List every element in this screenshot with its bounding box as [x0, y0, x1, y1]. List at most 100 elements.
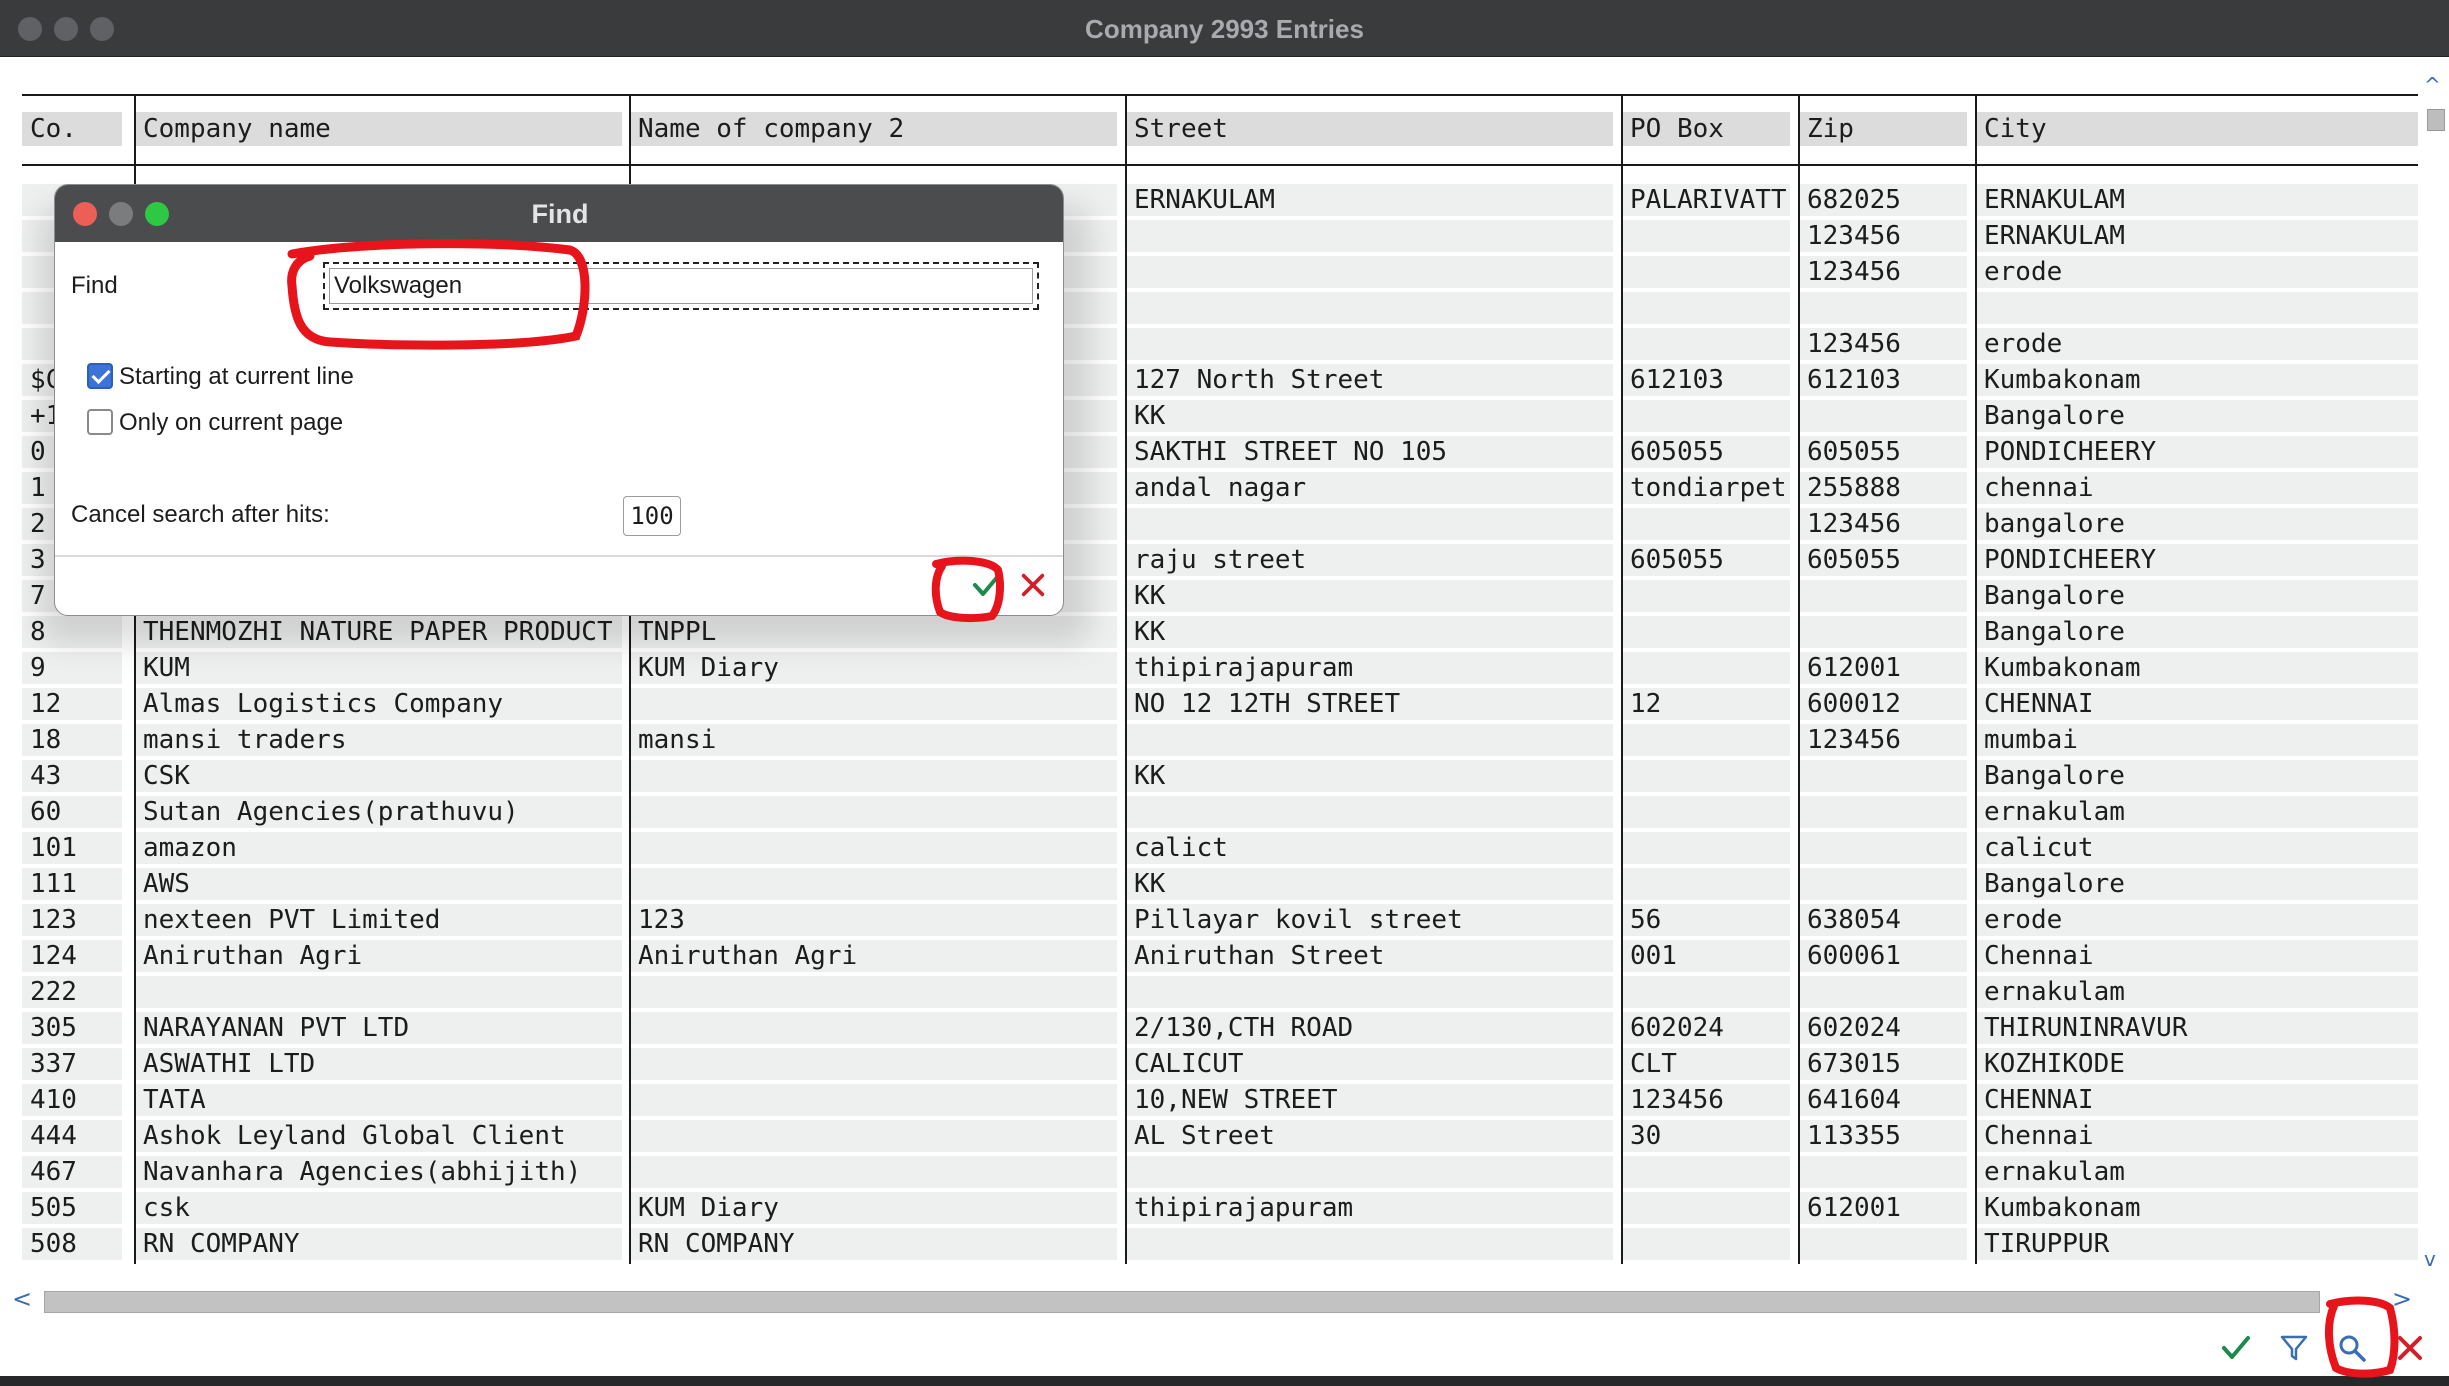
table-cell: TIRUPPUR — [1976, 1228, 2418, 1260]
table-row[interactable]: 508 RN COMPANY RN COMPANY TIRUPPUR — [22, 1226, 2418, 1262]
table-cell: 605055 — [1622, 544, 1790, 576]
table-row[interactable]: 9 KUM KUM Diary thipirajapuram 612001 Kumbako… — [22, 650, 2418, 686]
table-cell: 001 — [1622, 940, 1790, 972]
scroll-left-arrow[interactable]: < — [12, 1285, 32, 1313]
vertical-scrollbar[interactable]: ^ v — [2418, 57, 2449, 1282]
column-header[interactable]: Street — [1126, 112, 1613, 146]
table-cell: 505 — [22, 1192, 122, 1224]
table-cell: Aniruthan Agri — [630, 940, 1117, 972]
table-cell: Aniruthan Street — [1126, 940, 1613, 972]
table-cell: NARAYANAN PVT LTD — [135, 1012, 622, 1044]
table-cell — [1126, 1228, 1613, 1260]
table-cell — [1799, 796, 1967, 828]
vertical-scroll-thumb[interactable] — [2427, 109, 2445, 131]
table-cell: KK — [1126, 868, 1613, 900]
table-cell: Chennai — [1976, 1120, 2418, 1152]
table-cell: ernakulam — [1976, 1156, 2418, 1188]
table-row[interactable]: 444 Ashok Leyland Global Client AL Street 3… — [22, 1118, 2418, 1154]
table-cell — [1799, 400, 1967, 432]
table-cell: SAKTHI STREET NO 105 — [1126, 436, 1613, 468]
table-cell: 123456 — [1799, 220, 1967, 252]
table-row[interactable]: 305 NARAYANAN PVT LTD 2/130,CTH ROAD 602024… — [22, 1010, 2418, 1046]
max-hits-input[interactable] — [623, 496, 681, 536]
table-cell — [1126, 976, 1613, 1008]
dialog-cancel-button[interactable] — [1011, 563, 1055, 607]
table-cell: 508 — [22, 1228, 122, 1260]
horizontal-scroll-thumb[interactable] — [44, 1291, 2320, 1313]
table-row[interactable]: 505 csk KUM Diary thipirajapuram 612001 Kumba… — [22, 1190, 2418, 1226]
scroll-down-arrow[interactable]: v — [2424, 1247, 2436, 1271]
table-cell: andal nagar — [1126, 472, 1613, 504]
table-cell: Almas Logistics Company — [135, 688, 622, 720]
table-cell: 18 — [22, 724, 122, 756]
table-row[interactable]: 12 Almas Logistics Company NO 12 12TH STRE… — [22, 686, 2418, 722]
table-cell: 123456 — [1799, 328, 1967, 360]
table-cell: KUM Diary — [630, 652, 1117, 684]
table-cell: 12 — [1622, 688, 1790, 720]
table-cell: KK — [1126, 616, 1613, 648]
table-cell — [1622, 328, 1790, 360]
table-cell: nexteen PVT Limited — [135, 904, 622, 936]
table-row[interactable]: 123 nexteen PVT Limited 123 Pillayar kovil … — [22, 902, 2418, 938]
filter-button[interactable] — [2272, 1326, 2316, 1370]
table-cell — [630, 868, 1117, 900]
table-cell — [630, 1120, 1117, 1152]
table-cell — [1622, 1192, 1790, 1224]
table-cell — [1126, 1156, 1613, 1188]
column-header[interactable]: Name of company 2 — [630, 112, 1117, 146]
table-cell: erode — [1976, 256, 2418, 288]
table-cell — [1622, 652, 1790, 684]
table-cell — [1799, 832, 1967, 864]
table-row[interactable]: 124 Aniruthan Agri Aniruthan Agri Aniruthan… — [22, 938, 2418, 974]
table-row[interactable]: 43 CSK KK Bangalore — [22, 758, 2418, 794]
scroll-up-arrow[interactable]: ^ — [2424, 73, 2441, 97]
table-cell: CHENNAI — [1976, 1084, 2418, 1116]
table-cell: 605055 — [1622, 436, 1790, 468]
annotation-circle-search-button — [2324, 1296, 2399, 1378]
table-cell: 101 — [22, 832, 122, 864]
table-cell — [1622, 508, 1790, 540]
column-header[interactable]: Company name — [135, 112, 622, 146]
table-cell — [1799, 760, 1967, 792]
table-row[interactable]: 222 ernakulam — [22, 974, 2418, 1010]
table-cell: Aniruthan Agri — [135, 940, 622, 972]
only-on-current-page-checkbox[interactable] — [87, 409, 113, 435]
column-header[interactable]: Zip — [1799, 112, 1967, 146]
column-header[interactable]: PO Box — [1622, 112, 1790, 146]
table-cell: KOZHIKODE — [1976, 1048, 2418, 1080]
table-cell — [135, 976, 622, 1008]
column-divider — [1975, 94, 1977, 1264]
table-cell: mansi — [630, 724, 1117, 756]
table-row[interactable]: 111 AWS KK Bangalore — [22, 866, 2418, 902]
table-cell — [1126, 724, 1613, 756]
column-header[interactable]: Co. — [22, 112, 122, 146]
table-row[interactable]: 467 Navanhara Agencies(abhijith) ernakulam — [22, 1154, 2418, 1190]
table-cell: calict — [1126, 832, 1613, 864]
table-cell: RN COMPANY — [630, 1228, 1117, 1260]
table-cell — [1622, 1228, 1790, 1260]
horizontal-scrollbar[interactable]: < > — [0, 1285, 2418, 1315]
table-row[interactable]: 60 Sutan Agencies(prathuvu) ernakulam — [22, 794, 2418, 830]
bottom-toolbar — [0, 1316, 2449, 1376]
table-cell: bangalore — [1976, 508, 2418, 540]
starting-at-current-line-checkbox[interactable] — [87, 363, 113, 389]
dialog-title-bar: Find — [55, 185, 1063, 242]
table-cell: KUM Diary — [630, 1192, 1117, 1224]
table-row[interactable]: 101 amazon calict calicut — [22, 830, 2418, 866]
table-row[interactable]: 410 TATA 10,NEW STREET 123456 641604 CHENNAI — [22, 1082, 2418, 1118]
table-cell — [630, 1156, 1117, 1188]
table-cell — [630, 796, 1117, 828]
table-cell: KK — [1126, 400, 1613, 432]
table-row[interactable]: 337 ASWATHI LTD CALICUT CLT 673015 KOZHIKODE — [22, 1046, 2418, 1082]
table-cell: 123456 — [1799, 508, 1967, 540]
table-cell: 337 — [22, 1048, 122, 1080]
table-cell: amazon — [135, 832, 622, 864]
table-cell: 43 — [22, 760, 122, 792]
table-cell: 111 — [22, 868, 122, 900]
column-header[interactable]: City — [1976, 112, 2418, 146]
table-cell: Chennai — [1976, 940, 2418, 972]
table-cell: 60 — [22, 796, 122, 828]
confirm-button[interactable] — [2214, 1326, 2258, 1370]
table-row[interactable]: 18 mansi traders mansi 123456 mumbai — [22, 722, 2418, 758]
table-cell: tondiarpet — [1622, 472, 1790, 504]
